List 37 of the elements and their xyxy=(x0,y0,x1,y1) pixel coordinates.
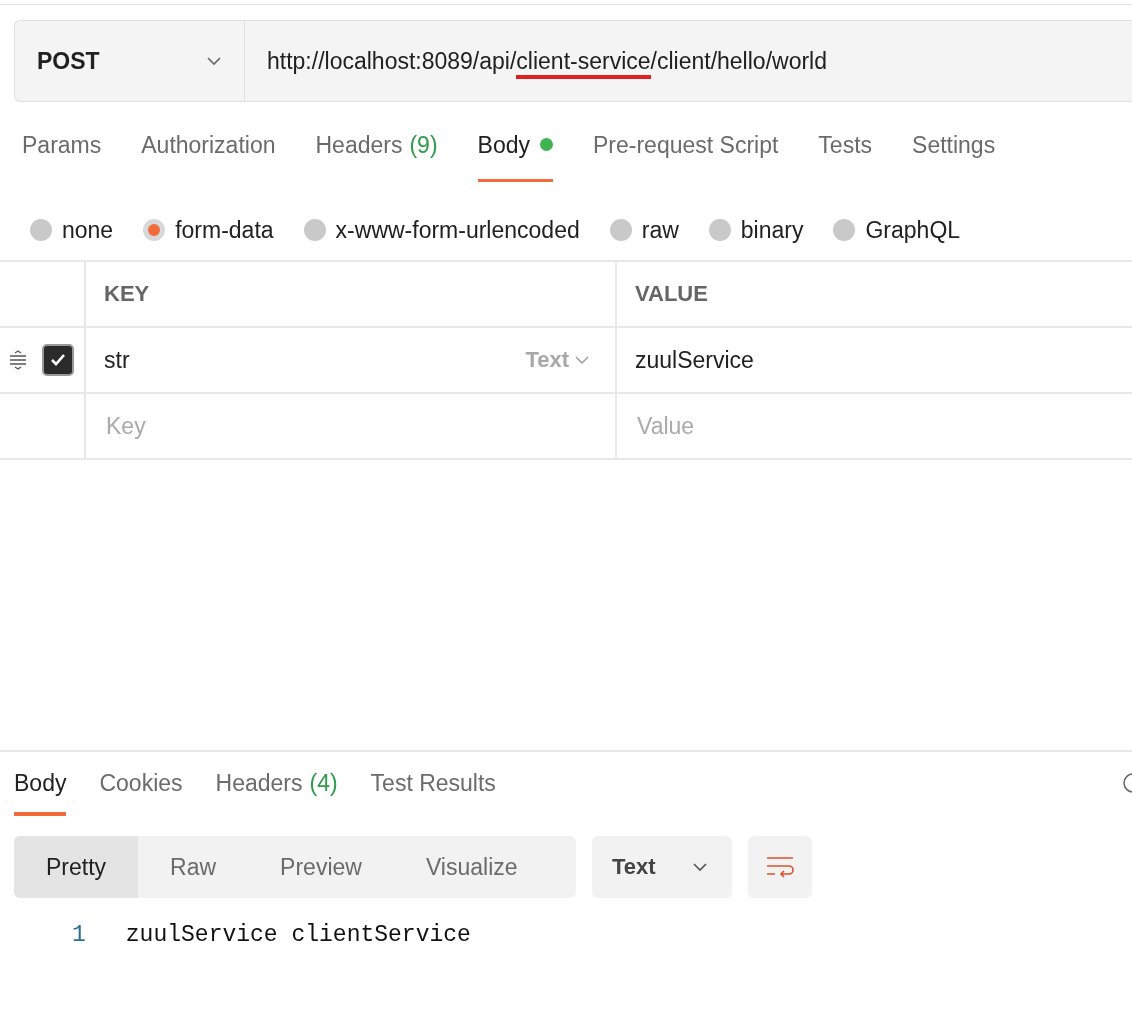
column-header: KEY xyxy=(86,262,617,326)
format-dropdown[interactable]: Text xyxy=(592,836,732,898)
body-type-radio[interactable]: none xyxy=(30,216,114,244)
response-tab[interactable]: Test Results xyxy=(370,770,496,816)
key-input[interactable]: Key xyxy=(104,411,408,441)
request-tab[interactable]: Tests xyxy=(818,132,873,182)
key-cell[interactable]: str xyxy=(104,346,130,374)
chevron-down-icon xyxy=(692,862,708,872)
view-mode-button[interactable]: Preview xyxy=(248,836,394,898)
code-line: zuulService clientService xyxy=(125,922,471,948)
response-tab[interactable]: Headers (4) xyxy=(215,770,338,816)
info-icon[interactable] xyxy=(1122,772,1132,794)
chevron-down-icon xyxy=(575,355,589,365)
value-cell[interactable]: zuulService xyxy=(635,346,754,374)
body-type-radio[interactable]: x-www-form-urlencoded xyxy=(303,216,580,244)
view-mode-button[interactable]: Visualize xyxy=(393,836,550,898)
response-tab[interactable]: Cookies xyxy=(99,770,183,816)
line-number: 1 xyxy=(72,922,86,948)
response-tab[interactable]: Body xyxy=(14,770,67,816)
checkbox[interactable] xyxy=(42,344,74,376)
view-mode-button[interactable]: Raw xyxy=(138,836,249,898)
body-type-radio[interactable]: GraphQL xyxy=(833,216,961,244)
column-header: VALUE xyxy=(634,280,709,308)
wrap-lines-icon xyxy=(765,855,795,879)
request-tab[interactable]: Authorization xyxy=(141,132,276,182)
body-type-radio[interactable]: raw xyxy=(609,216,679,244)
request-tab[interactable]: Body xyxy=(477,132,553,182)
value-input[interactable]: Value xyxy=(635,411,939,441)
request-tab[interactable]: Params xyxy=(22,132,102,182)
request-tab[interactable]: Pre-request Script xyxy=(593,132,779,182)
body-type-radio[interactable]: binary xyxy=(708,216,804,244)
request-tab[interactable]: Headers (9) xyxy=(315,132,438,182)
request-tab[interactable]: Settings xyxy=(912,132,996,182)
view-mode-button[interactable]: Pretty xyxy=(14,836,139,898)
body-type-radio[interactable]: form-data xyxy=(143,216,274,244)
drag-handle-icon[interactable] xyxy=(8,350,28,370)
wrap-lines-button[interactable] xyxy=(748,836,812,898)
